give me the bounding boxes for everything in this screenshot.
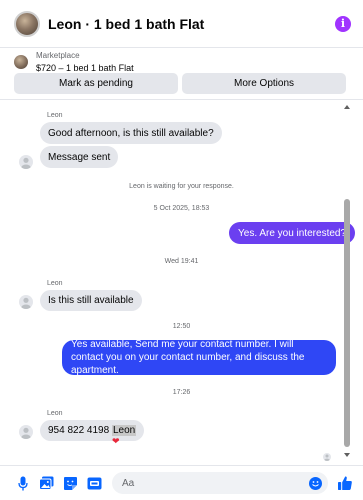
more-options-button[interactable]: More Options <box>182 73 346 94</box>
conversation-title[interactable]: Leon · 1 bed 1 bath Flat <box>48 16 335 32</box>
gif-icon[interactable] <box>86 475 103 492</box>
incoming-message[interactable]: Message sent <box>40 146 119 168</box>
timestamp: Wed 19:41 <box>164 258 199 265</box>
listing-actions: Mark as pending More Options <box>14 73 346 94</box>
incoming-message[interactable]: Is this still available <box>40 290 142 311</box>
info-icon[interactable]: i <box>335 15 351 32</box>
outgoing-message[interactable]: Yes available, Send me your contact numb… <box>62 339 336 376</box>
contact-avatar-small[interactable] <box>19 295 33 309</box>
contact-avatar[interactable] <box>14 10 40 37</box>
seen-avatar <box>323 453 331 461</box>
incoming-message[interactable]: Good afternoon, is this still available? <box>40 122 222 144</box>
mark-as-pending-button[interactable]: Mark as pending <box>14 73 178 94</box>
heart-reaction-icon[interactable]: ❤ <box>112 436 120 447</box>
outgoing-message-text: Yes available, Send me your contact numb… <box>71 339 305 376</box>
scroll-down-arrow-icon[interactable] <box>344 453 350 457</box>
sticker-icon[interactable] <box>62 475 79 492</box>
message-input-wrapper <box>112 472 328 494</box>
thumbs-up-icon[interactable] <box>336 475 353 492</box>
incoming-message[interactable]: 954 822 4198 Leon <box>40 420 145 441</box>
scroll-thumb[interactable] <box>344 199 350 447</box>
timestamp: 5 Oct 2025, 18:53 <box>153 205 210 212</box>
contact-avatar-small[interactable] <box>19 425 33 439</box>
message-list[interactable]: Leon Good afternoon, is this still avail… <box>0 101 363 463</box>
message-input[interactable] <box>122 477 309 489</box>
sender-name: Leon <box>47 112 63 119</box>
phone-number-text: 954 822 4198 <box>48 425 110 436</box>
conversation-header: Leon · 1 bed 1 bath Flat i <box>0 0 363 48</box>
contact-avatar-small[interactable] <box>19 155 33 169</box>
outgoing-message[interactable]: Yes. Are you interested? <box>229 222 356 244</box>
highlighted-name: Leon <box>111 425 137 436</box>
chat-scrollbar[interactable] <box>343 101 351 463</box>
waiting-notice: Leon is waiting for your response. <box>129 183 234 190</box>
timestamp: 17:26 <box>172 389 191 396</box>
sender-name: Leon <box>47 410 63 417</box>
timestamp: 12:50 <box>172 323 191 330</box>
scroll-up-arrow-icon[interactable] <box>344 105 350 109</box>
microphone-icon[interactable] <box>14 475 31 492</box>
sender-name: Leon <box>47 280 63 287</box>
smiley-icon[interactable] <box>309 476 322 490</box>
photo-icon[interactable] <box>38 475 55 492</box>
message-composer <box>0 465 363 500</box>
listing-source: Marketplace <box>36 51 80 60</box>
listing-thumbnail[interactable] <box>14 55 28 69</box>
